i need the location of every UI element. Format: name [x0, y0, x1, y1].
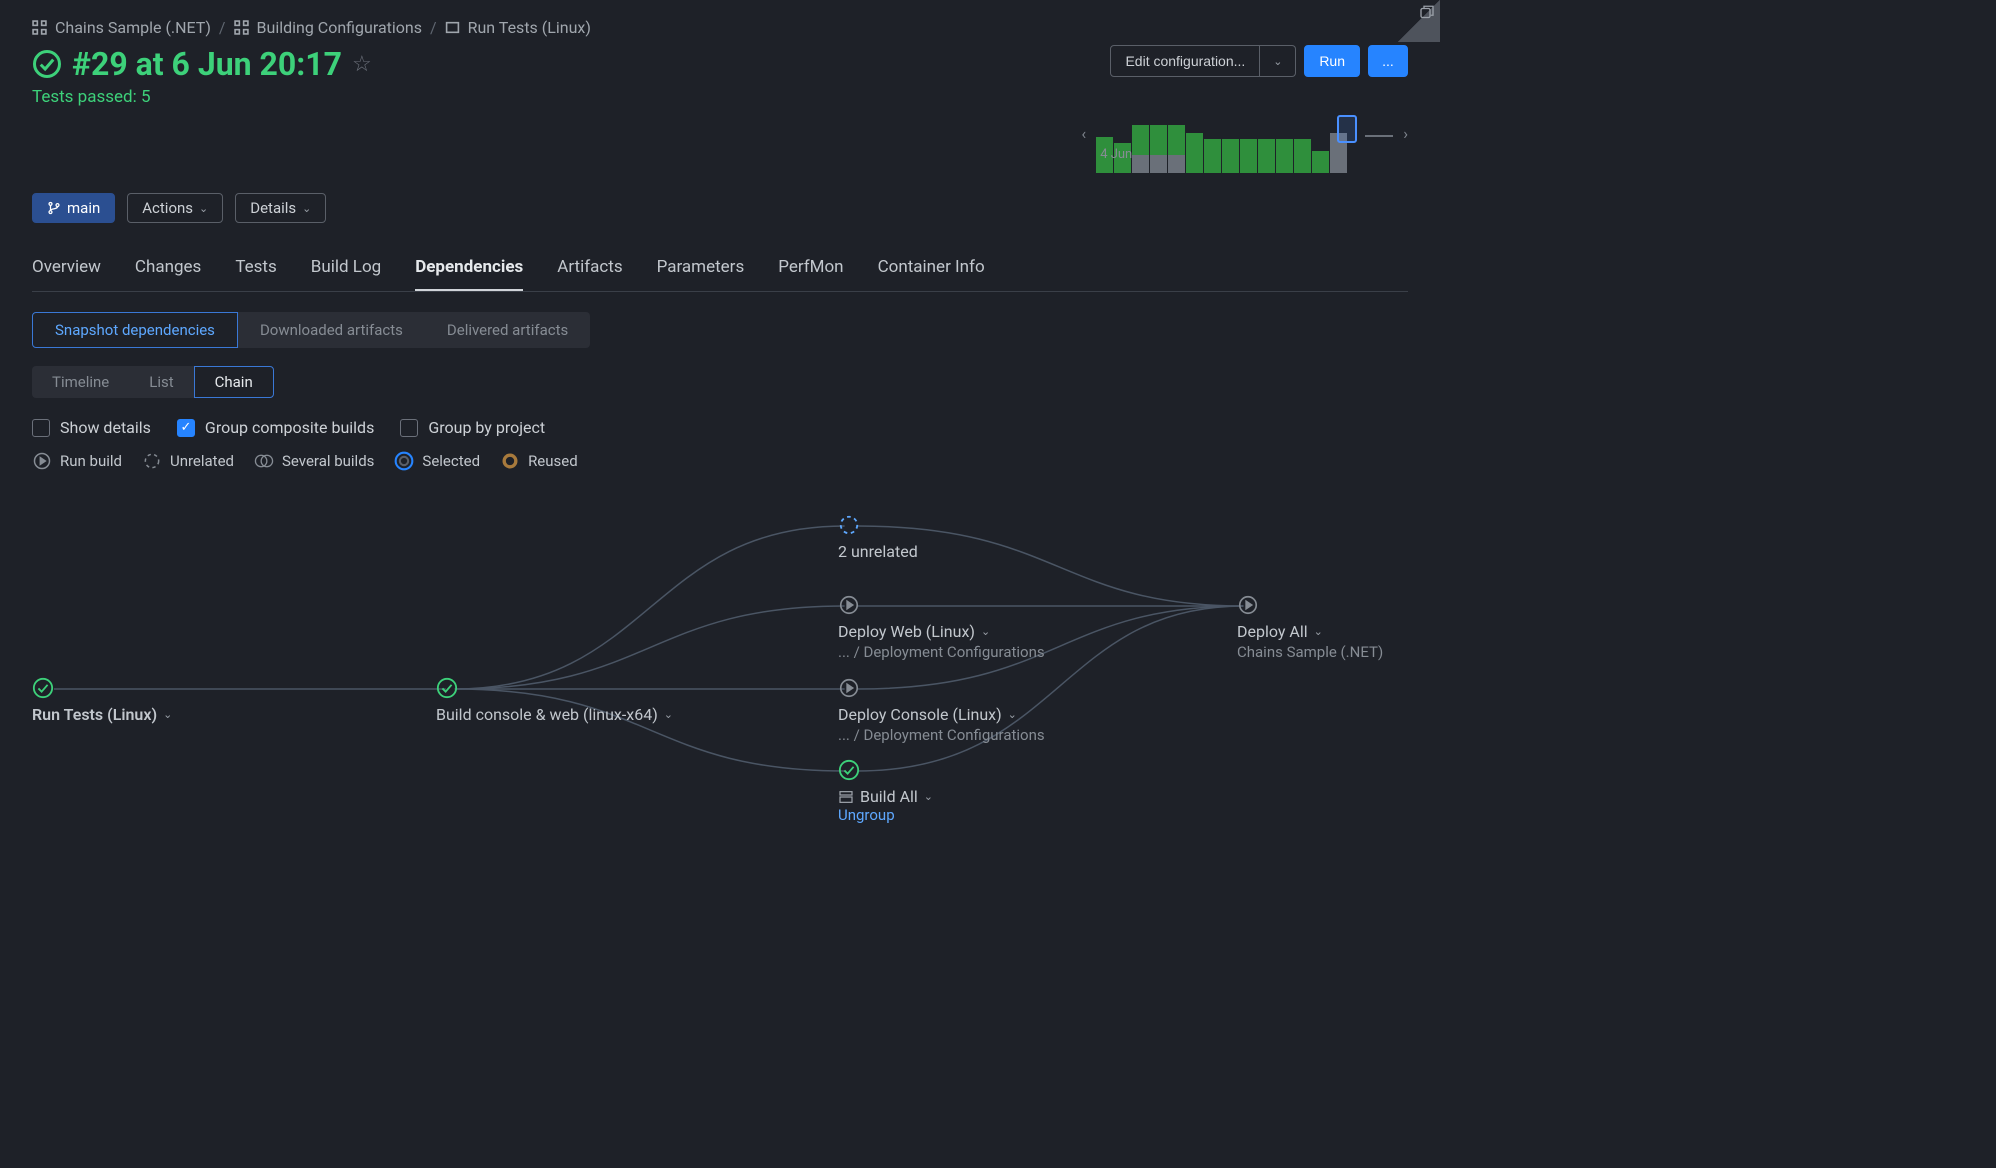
chart-bar[interactable]: [1168, 125, 1185, 173]
legend: Run build Unrelated Several builds Selec…: [32, 451, 1408, 471]
page-title: #29 at 6 Jun 20:17 ☆: [32, 45, 372, 83]
node-unrelated[interactable]: 2 unrelated: [838, 514, 918, 561]
breadcrumb-item[interactable]: Chains Sample (.NET): [55, 18, 211, 37]
viewtab-timeline[interactable]: Timeline: [32, 366, 129, 398]
node-deploy-web[interactable]: Deploy Web (Linux)⌄ ... / Deployment Con…: [838, 594, 1045, 661]
node-deploy-all[interactable]: Deploy All⌄ Chains Sample (.NET): [1237, 594, 1383, 661]
chart-bar[interactable]: [1222, 139, 1239, 173]
branch-icon: [47, 201, 61, 215]
star-icon[interactable]: ☆: [352, 52, 372, 77]
legend-selected: Selected: [394, 451, 480, 471]
legend-several: Several builds: [254, 451, 374, 471]
more-button[interactable]: ...: [1368, 45, 1408, 77]
play-icon: [838, 677, 860, 699]
chain-diagram: Run Tests (Linux)⌄ Build console & web (…: [32, 501, 1408, 851]
tab-dependencies[interactable]: Dependencies: [415, 257, 523, 291]
node-deploy-console[interactable]: Deploy Console (Linux)⌄ ... / Deployment…: [838, 677, 1045, 744]
history-chart: ‹ 4 Jun ›: [1081, 93, 1408, 173]
chevron-down-icon: ⌄: [664, 708, 673, 721]
node-build-console-web[interactable]: Build console & web (linux-x64)⌄: [436, 677, 673, 724]
chevron-down-icon: ⌄: [924, 790, 933, 803]
subtab-delivered[interactable]: Delivered artifacts: [425, 312, 590, 348]
chevron-down-icon: ⌄: [1008, 708, 1017, 721]
details-pill[interactable]: Details⌄: [235, 193, 326, 223]
legend-unrelated: Unrelated: [142, 451, 234, 471]
corner-fold-icon[interactable]: [1398, 0, 1440, 42]
chart-bar[interactable]: [1312, 151, 1329, 173]
chart-bar[interactable]: [1204, 139, 1221, 173]
tests-passed-label: Tests passed: 5: [32, 87, 372, 107]
chart-bar[interactable]: [1132, 125, 1149, 173]
view-tabs: Timeline List Chain: [32, 366, 1408, 398]
chart-prev-icon[interactable]: ‹: [1081, 124, 1086, 143]
chart-next-icon[interactable]: ›: [1403, 124, 1408, 143]
viewtab-list[interactable]: List: [129, 366, 193, 398]
play-icon: [1237, 594, 1259, 616]
tab-tests[interactable]: Tests: [235, 257, 276, 291]
success-icon: [838, 759, 860, 781]
grid-icon: [32, 20, 47, 35]
chart-bar[interactable]: [1240, 139, 1257, 173]
chart-bar[interactable]: [1258, 139, 1275, 173]
dashed-circle-icon: [838, 514, 860, 536]
viewtab-chain[interactable]: Chain: [194, 366, 274, 398]
main-tabs: Overview Changes Tests Build Log Depende…: [32, 257, 1408, 292]
success-icon: [32, 49, 62, 79]
chevron-down-icon: ⌄: [981, 625, 990, 638]
square-icon: [445, 20, 460, 35]
play-icon: [838, 594, 860, 616]
run-button[interactable]: Run: [1304, 45, 1360, 77]
legend-reused: Reused: [500, 451, 578, 471]
node-run-tests[interactable]: Run Tests (Linux)⌄: [32, 677, 172, 724]
tab-parameters[interactable]: Parameters: [657, 257, 745, 291]
chevron-down-icon: ⌄: [1314, 625, 1323, 638]
chart-bar[interactable]: [1150, 125, 1167, 173]
branch-pill[interactable]: main: [32, 193, 115, 223]
edit-config-button[interactable]: Edit configuration...: [1110, 45, 1260, 77]
tab-overview[interactable]: Overview: [32, 257, 101, 291]
breadcrumb-item[interactable]: Run Tests (Linux): [468, 18, 591, 37]
edit-config-dropdown[interactable]: ⌄: [1260, 45, 1296, 77]
tab-containerinfo[interactable]: Container Info: [878, 257, 985, 291]
show-details-checkbox[interactable]: Show details: [32, 418, 151, 437]
legend-run-build: Run build: [32, 451, 122, 471]
group-composite-checkbox[interactable]: ✓ Group composite builds: [177, 418, 374, 437]
actions-pill[interactable]: Actions⌄: [127, 193, 223, 223]
success-icon: [32, 677, 54, 699]
breadcrumb-separator: /: [219, 18, 226, 37]
tab-artifacts[interactable]: Artifacts: [557, 257, 622, 291]
tab-perfmon[interactable]: PerfMon: [778, 257, 843, 291]
chevron-down-icon: ⌄: [163, 708, 172, 721]
subtab-downloaded[interactable]: Downloaded artifacts: [238, 312, 425, 348]
dependency-subtabs: Snapshot dependencies Downloaded artifac…: [32, 312, 1408, 348]
chart-bar[interactable]: [1276, 139, 1293, 173]
edit-config-group: Edit configuration... ⌄: [1110, 45, 1296, 77]
chart-highlight: [1337, 115, 1357, 143]
success-icon: [436, 677, 458, 699]
ungroup-link[interactable]: Ungroup: [838, 806, 933, 824]
breadcrumb-separator: /: [430, 18, 437, 37]
subtab-snapshot[interactable]: Snapshot dependencies: [32, 312, 238, 348]
chart-bar[interactable]: [1294, 139, 1311, 173]
node-build-all[interactable]: Build All⌄ Ungroup: [838, 759, 933, 824]
breadcrumb-item[interactable]: Building Configurations: [257, 18, 422, 37]
layers-icon: [838, 789, 854, 805]
grid-icon: [234, 20, 249, 35]
chart-bar[interactable]: [1186, 133, 1203, 173]
chart-date-label: 4 Jun: [1100, 147, 1132, 162]
breadcrumb: Chains Sample (.NET) / Building Configur…: [32, 18, 1408, 37]
group-by-project-checkbox[interactable]: Group by project: [400, 418, 545, 437]
tab-buildlog[interactable]: Build Log: [311, 257, 381, 291]
tab-changes[interactable]: Changes: [135, 257, 201, 291]
